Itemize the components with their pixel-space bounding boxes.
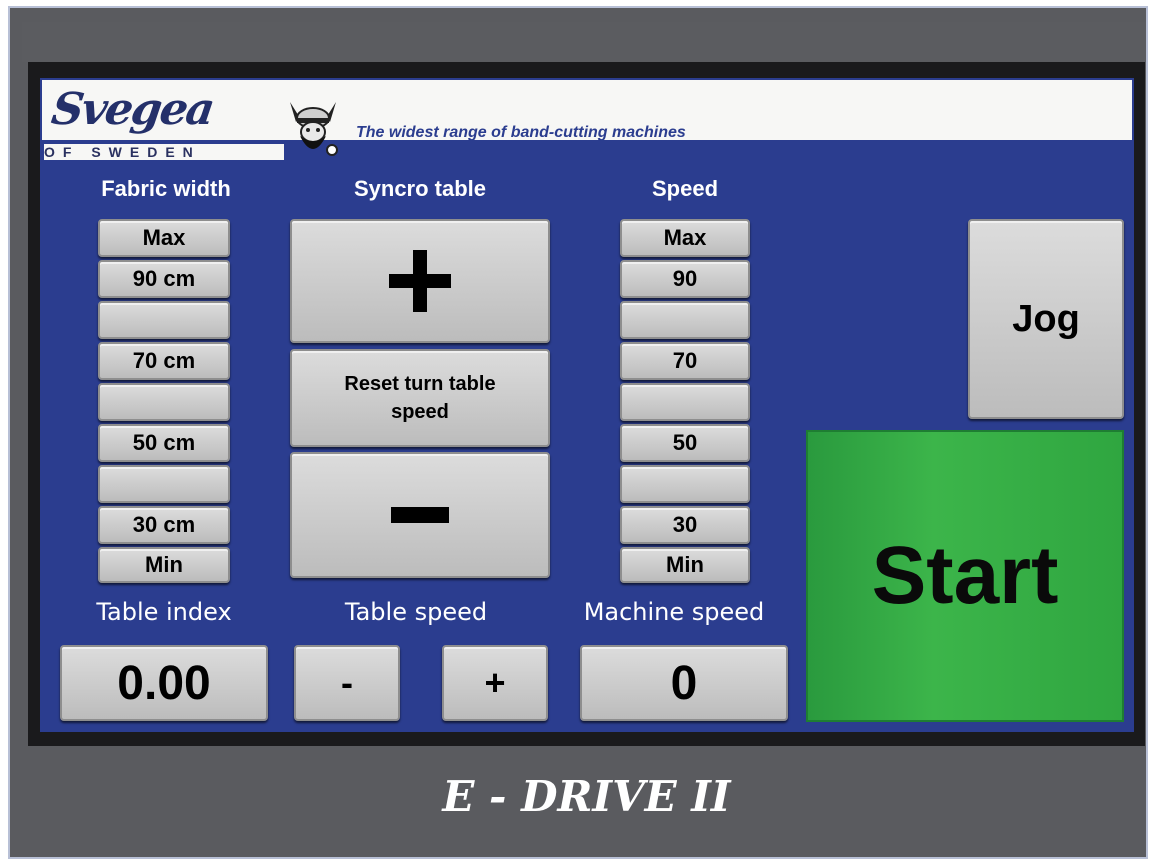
speed-min-button[interactable]: Min bbox=[620, 547, 750, 583]
syncro-minus-button[interactable] bbox=[290, 452, 550, 578]
viking-mascot-icon bbox=[290, 102, 338, 156]
speed-90-button[interactable]: 90 bbox=[620, 260, 750, 298]
table-index-display: 0.00 bbox=[60, 645, 268, 721]
machine-speed-label: Machine speed bbox=[583, 598, 765, 626]
speed-40-button[interactable] bbox=[620, 465, 750, 503]
speed-60-button[interactable] bbox=[620, 383, 750, 421]
jog-button[interactable]: Jog bbox=[968, 219, 1124, 419]
brand-logo: Svegea bbox=[48, 84, 217, 135]
machine-speed-display: 0 bbox=[580, 645, 788, 721]
speed-30-button[interactable]: 30 bbox=[620, 506, 750, 544]
speed-header: Speed bbox=[651, 176, 719, 201]
fabric-width-60-button[interactable] bbox=[98, 383, 230, 421]
plus-icon bbox=[389, 250, 451, 312]
fabric-width-50-button[interactable]: 50 cm bbox=[98, 424, 230, 462]
start-button[interactable]: Start bbox=[806, 430, 1124, 722]
minus-icon bbox=[391, 507, 449, 523]
speed-50-button[interactable]: 50 bbox=[620, 424, 750, 462]
brand-logo-subtitle: OF SWEDEN bbox=[44, 144, 284, 160]
syncro-plus-button[interactable] bbox=[290, 219, 550, 343]
fabric-width-min-button[interactable]: Min bbox=[98, 547, 230, 583]
top-bezel bbox=[22, 22, 1146, 62]
fabric-width-90-button[interactable]: 90 cm bbox=[98, 260, 230, 298]
fabric-width-30-button[interactable]: 30 cm bbox=[98, 506, 230, 544]
fabric-width-70-button[interactable]: 70 cm bbox=[98, 342, 230, 380]
speed-max-button[interactable]: Max bbox=[620, 219, 750, 257]
speed-70-button[interactable]: 70 bbox=[620, 342, 750, 380]
fabric-width-40-button[interactable] bbox=[98, 465, 230, 503]
speed-80-button[interactable] bbox=[620, 301, 750, 339]
fabric-width-header: Fabric width bbox=[101, 176, 231, 201]
syncro-table-header: Syncro table bbox=[353, 176, 487, 201]
fabric-width-max-button[interactable]: Max bbox=[98, 219, 230, 257]
table-speed-label: Table speed bbox=[344, 598, 488, 626]
brand-tagline: The widest range of band-cutting machine… bbox=[356, 124, 686, 141]
table-index-label: Table index bbox=[96, 598, 232, 626]
table-speed-minus-button[interactable]: - bbox=[294, 645, 400, 721]
tagline-underline bbox=[356, 142, 890, 144]
table-speed-plus-button[interactable]: + bbox=[442, 645, 548, 721]
fabric-width-80-button[interactable] bbox=[98, 301, 230, 339]
model-name: E - DRIVE II bbox=[442, 772, 731, 821]
reset-turn-table-speed-button[interactable]: Reset turn table speed bbox=[290, 349, 550, 447]
